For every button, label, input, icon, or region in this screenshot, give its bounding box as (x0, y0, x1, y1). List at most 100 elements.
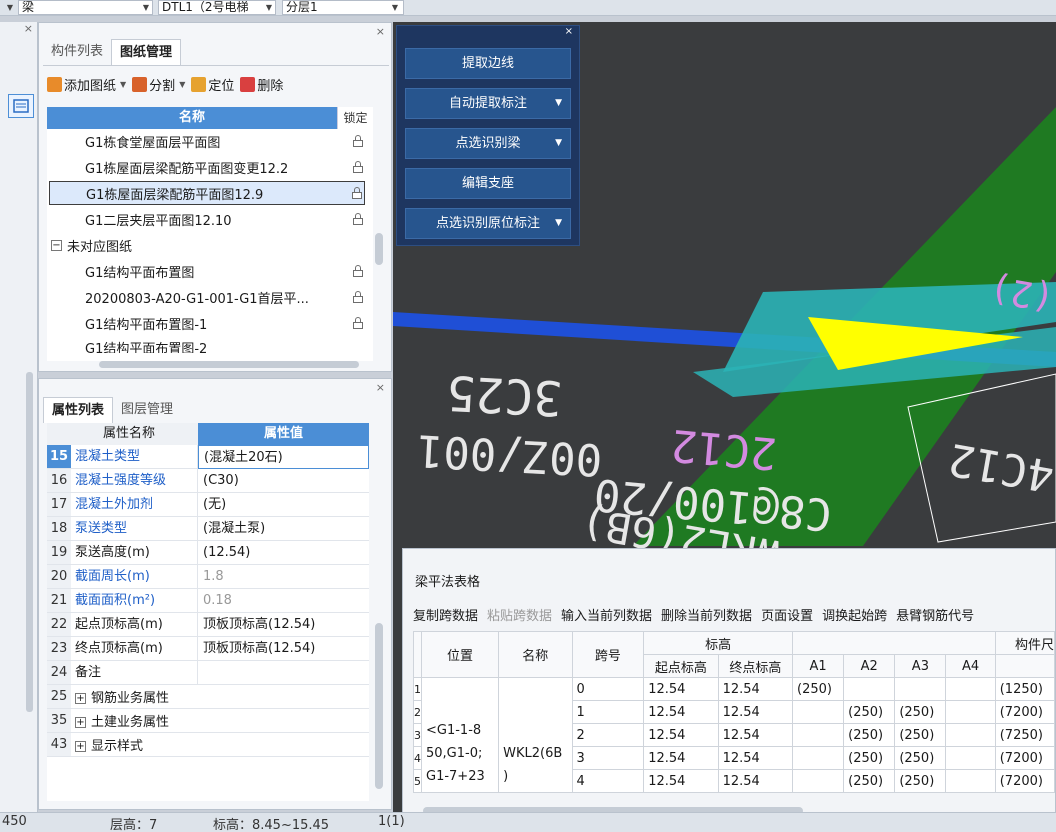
scrollbar[interactable] (99, 361, 359, 368)
chevron-down-icon[interactable]: ▼ (140, 0, 152, 15)
list-item[interactable]: G1栋屋面层梁配筋平面图变更12.2 (47, 155, 373, 179)
auto-extract-label-button[interactable]: 自动提取标注 ▼ (405, 88, 571, 119)
property-row[interactable]: 15 混凝土类型 (混凝土20石) (47, 444, 369, 469)
property-group-row[interactable]: 25 + 钢筋业务属性 (47, 685, 369, 709)
list-item[interactable]: G1结构平面布置图-2 (47, 337, 373, 353)
extract-edge-button[interactable]: 提取边线 (405, 48, 571, 79)
property-row[interactable]: 22 起点顶标高(m) 顶板顶标高(12.54) (47, 613, 369, 637)
property-panel: × 属性列表 图层管理 属性名称 属性值 15 混凝土类型 (混凝土20石) 16 混… (38, 378, 392, 810)
member-select[interactable]: DTL1（2号电梯 (158, 0, 276, 15)
list-item[interactable]: G1栋食堂屋面层平面图 (47, 129, 373, 153)
column-header: 标高 (643, 631, 794, 655)
lock-icon[interactable] (353, 291, 363, 303)
layer-select[interactable]: 分层1 (282, 0, 404, 15)
expand-icon[interactable]: + (75, 693, 86, 704)
chevron-down-icon[interactable]: ▼ (263, 0, 275, 15)
lock-icon[interactable] (352, 187, 362, 199)
page-setup-button[interactable]: 页面设置 (761, 605, 813, 624)
list-item[interactable]: 20200803-A20-G1-001-G1首层平... (47, 285, 373, 309)
status-floor-height: 层高：7 (110, 818, 158, 832)
property-group-row[interactable]: 43 + 显示样式 (47, 733, 369, 757)
lock-icon[interactable] (353, 213, 363, 225)
property-value-input[interactable]: (混凝土20石) (198, 444, 369, 469)
left-nav-panel: × (0, 22, 38, 812)
locate-button[interactable]: 定位 (191, 75, 234, 94)
property-group-row[interactable]: 35 + 土建业务属性 (47, 709, 369, 733)
name-cell[interactable]: WKL2(6B ) (498, 677, 573, 793)
copy-span-data-button[interactable]: 复制跨数据 (413, 605, 478, 624)
lock-icon[interactable] (353, 135, 363, 147)
label-rebar-5: 4C12 (945, 433, 1056, 502)
status-coordinate: 450 (2, 814, 27, 829)
table-row[interactable]: 1 <G1-1-8 50,G1-0; G1-7+23 WKL2(6B ) 0 1… (413, 677, 1056, 793)
lock-icon[interactable] (353, 265, 363, 277)
pick-identify-inplace-label-button[interactable]: 点选识别原位标注 ▼ (405, 208, 571, 239)
expand-icon[interactable]: + (75, 741, 86, 752)
label-rebar-1: 3C25 (445, 364, 563, 426)
column-header: A4 (945, 654, 996, 678)
list-item[interactable]: G1结构平面布置图 (47, 259, 373, 283)
column-header: 跨号 (571, 631, 645, 678)
status-elevation: 标高：8.45~15.45 (213, 818, 330, 832)
position-cell[interactable]: <G1-1-8 50,G1-0; G1-7+23 (420, 677, 500, 793)
list-item-selected[interactable]: G1栋屋面层梁配筋平面图12.9 (49, 181, 365, 205)
close-icon[interactable]: × (565, 26, 573, 37)
property-row[interactable]: 19 泵送高度(m) (12.54) (47, 541, 369, 565)
drawing-management-panel: × 构件列表 图纸管理 添加图纸 ▼ 分割 ▼ 定位 删除 名称 锁定 G1栋食堂屋… (38, 22, 392, 372)
chevron-down-icon[interactable]: ▼ (4, 0, 16, 15)
label-rebar-2: 00Z/001 (416, 424, 604, 485)
chevron-down-icon: ▼ (179, 80, 186, 89)
edit-support-button[interactable]: 编辑支座 (405, 168, 571, 199)
status-bar: 450 层高：7 标高：8.45~15.45 1(1) (0, 812, 1056, 832)
lock-icon[interactable] (353, 161, 363, 173)
scrollbar[interactable] (375, 233, 383, 265)
column-header: A3 (894, 654, 947, 678)
split-icon (132, 77, 148, 92)
pick-identify-beam-button[interactable]: 点选识别梁 ▼ (405, 128, 571, 159)
chevron-down-icon: ▼ (120, 80, 127, 89)
cantilever-rebar-code-button[interactable]: 悬臂钢筋代号 (896, 605, 974, 624)
beam-span-table: 位置 名称 跨号 标高 构件尺 起点标高 终点标高 A1 A2 A3 A4 1 … (413, 631, 1056, 793)
property-row[interactable]: 23 终点顶标高(m) 顶板顶标高(12.54) (47, 637, 369, 661)
delete-button[interactable]: 删除 (240, 75, 283, 94)
table-toolbar: 复制跨数据 粘贴跨数据 输入当前列数据 删除当前列数据 页面设置 调换起始跨 悬… (413, 605, 974, 624)
expand-icon[interactable]: + (75, 717, 86, 728)
chevron-down-icon: ▼ (555, 138, 562, 148)
delete-column-data-button[interactable]: 删除当前列数据 (661, 605, 752, 624)
add-drawing-icon (47, 77, 62, 92)
input-column-data-button[interactable]: 输入当前列数据 (561, 605, 652, 624)
property-row[interactable]: 20 截面周长(m) 1.8 (47, 565, 369, 589)
list-view-icon[interactable] (8, 94, 34, 118)
collapse-icon[interactable]: − (51, 239, 62, 251)
paste-span-data-button[interactable]: 粘贴跨数据 (487, 605, 552, 624)
close-icon[interactable]: × (376, 25, 385, 38)
tab-drawing-management[interactable]: 图纸管理 (111, 39, 182, 65)
group-header[interactable]: − 未对应图纸 (47, 233, 373, 257)
chevron-down-icon[interactable]: ▼ (389, 0, 401, 15)
list-item[interactable]: G1二层夹层平面图12.10 (47, 207, 373, 231)
property-row[interactable]: 17 混凝土外加剂 (无) (47, 493, 369, 517)
property-grid-header: 属性名称 属性值 (47, 423, 369, 445)
drawing-list: G1栋食堂屋面层平面图 G1栋屋面层梁配筋平面图变更12.2 G1栋屋面层梁配筋… (47, 129, 373, 361)
swap-start-span-button[interactable]: 调换起始跨 (822, 605, 887, 624)
scrollbar[interactable] (26, 372, 33, 712)
chevron-down-icon: ▼ (555, 218, 562, 228)
close-icon[interactable]: × (376, 381, 385, 394)
property-grid: 属性名称 属性值 15 混凝土类型 (混凝土20石) 16 混凝土强度等级 (C30) … (47, 423, 369, 801)
tab-property-list[interactable]: 属性列表 (43, 397, 114, 423)
lock-icon[interactable] (353, 317, 363, 329)
column-header: 名称 (498, 631, 573, 678)
scrollbar[interactable] (375, 623, 383, 789)
type-select[interactable]: 梁 (18, 0, 153, 15)
split-button[interactable]: 分割 ▼ (132, 75, 185, 94)
add-drawing-button[interactable]: 添加图纸 ▼ (47, 75, 126, 94)
list-item[interactable]: G1结构平面布置图-1 (47, 311, 373, 335)
close-icon[interactable]: × (24, 22, 33, 35)
drawing-list-header: 名称 锁定 (47, 107, 373, 129)
property-row[interactable]: 24 备注 (47, 661, 369, 685)
property-row[interactable]: 16 混凝土强度等级 (C30) (47, 469, 369, 493)
tab-layer-management[interactable]: 图层管理 (113, 397, 181, 423)
tab-component-list[interactable]: 构件列表 (43, 39, 111, 65)
property-row[interactable]: 21 截面面积(m²) 0.18 (47, 589, 369, 613)
property-row[interactable]: 18 泵送类型 (混凝土泵) (47, 517, 369, 541)
